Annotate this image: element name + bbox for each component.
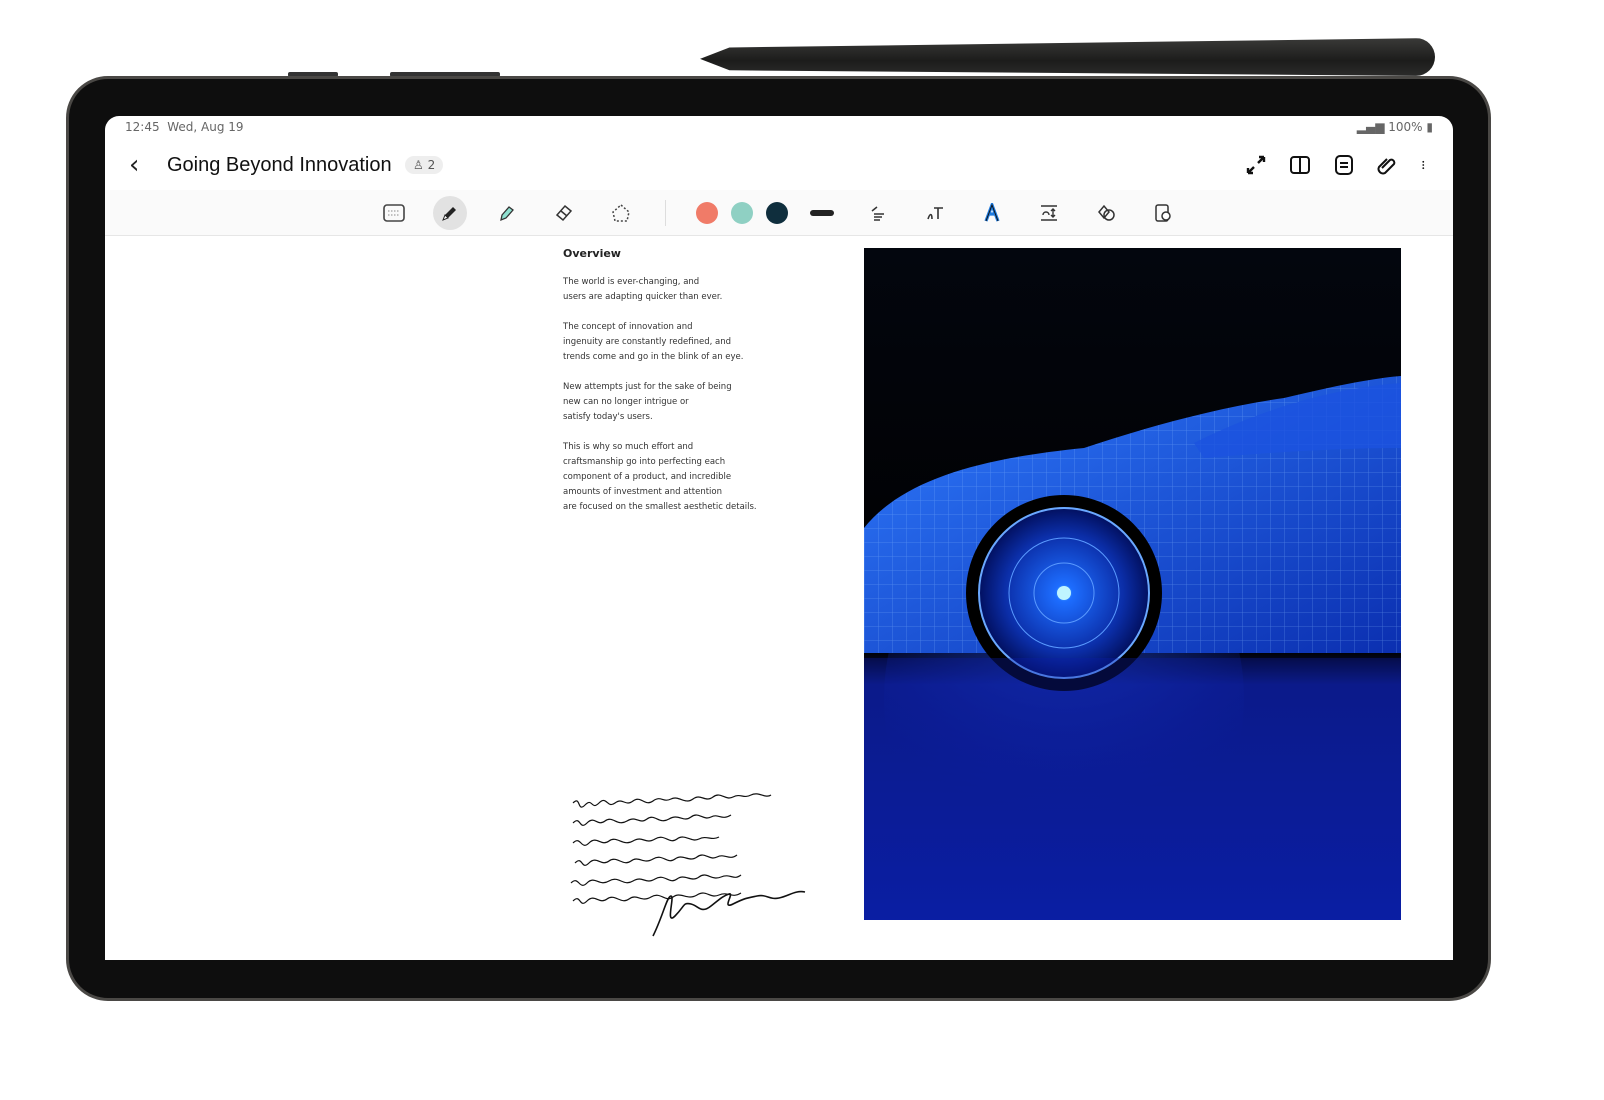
paragraph: The concept of innovation and ingenuity a… xyxy=(563,322,744,362)
book-view-icon[interactable] xyxy=(1289,154,1311,176)
shapes-icon[interactable] xyxy=(1089,196,1123,230)
lasso-icon[interactable] xyxy=(604,196,638,230)
text-align-icon[interactable] xyxy=(861,196,895,230)
paragraph: The world is ever-changing, and users are… xyxy=(563,277,723,302)
title-bar: ‹ Going Beyond Innovation ♙ 2 xyxy=(105,142,1453,190)
status-date: Wed, Aug 19 xyxy=(167,120,244,134)
color-coral[interactable] xyxy=(696,202,718,224)
paragraph: New attempts just for the sake of being n… xyxy=(563,382,732,422)
screen: 12:45 Wed, Aug 19 ▂▄▆ 100% ▮ ‹ Going Bey… xyxy=(105,116,1453,960)
battery-level: 100% xyxy=(1388,120,1423,134)
handwritten-note xyxy=(570,793,806,937)
drawing-toolbar xyxy=(105,190,1453,236)
insert-icon[interactable] xyxy=(1146,196,1180,230)
signal-icon: ▂▄▆ xyxy=(1356,120,1389,134)
toolbar-divider xyxy=(665,200,666,226)
fit-screen-icon[interactable] xyxy=(1245,154,1267,176)
stroke-width-icon[interactable] xyxy=(805,196,839,230)
back-button[interactable]: ‹ xyxy=(129,150,139,180)
more-icon[interactable] xyxy=(1421,154,1431,176)
car-wireframe-image xyxy=(864,248,1401,920)
person-icon: ♙ xyxy=(413,158,428,172)
status-time: 12:45 xyxy=(125,120,160,134)
eraser-icon[interactable] xyxy=(547,196,581,230)
highlighter-icon[interactable] xyxy=(490,196,524,230)
keyboard-icon[interactable] xyxy=(377,196,411,230)
note-title: Going Beyond Innovation xyxy=(167,154,392,176)
handwriting-to-text-icon[interactable] xyxy=(918,196,952,230)
page-view-icon[interactable] xyxy=(1333,154,1355,176)
text-style-icon[interactable] xyxy=(975,196,1009,230)
color-navy[interactable] xyxy=(766,202,788,224)
collaborators-badge[interactable]: ♙ 2 xyxy=(405,156,444,174)
color-mint[interactable] xyxy=(731,202,753,224)
status-bar: 12:45 Wed, Aug 19 ▂▄▆ 100% ▮ xyxy=(125,120,1433,134)
pen-icon[interactable] xyxy=(433,196,467,230)
attachment-icon[interactable] xyxy=(1377,154,1399,176)
battery-icon: ▮ xyxy=(1422,120,1433,134)
spacing-icon[interactable] xyxy=(1032,196,1066,230)
doc-heading: Overview xyxy=(563,247,621,260)
document-text[interactable]: Overview The world is ever-changing, and… xyxy=(563,246,783,530)
paragraph: This is why so much effort and craftsmans… xyxy=(563,442,757,512)
s-pen xyxy=(700,38,1435,76)
